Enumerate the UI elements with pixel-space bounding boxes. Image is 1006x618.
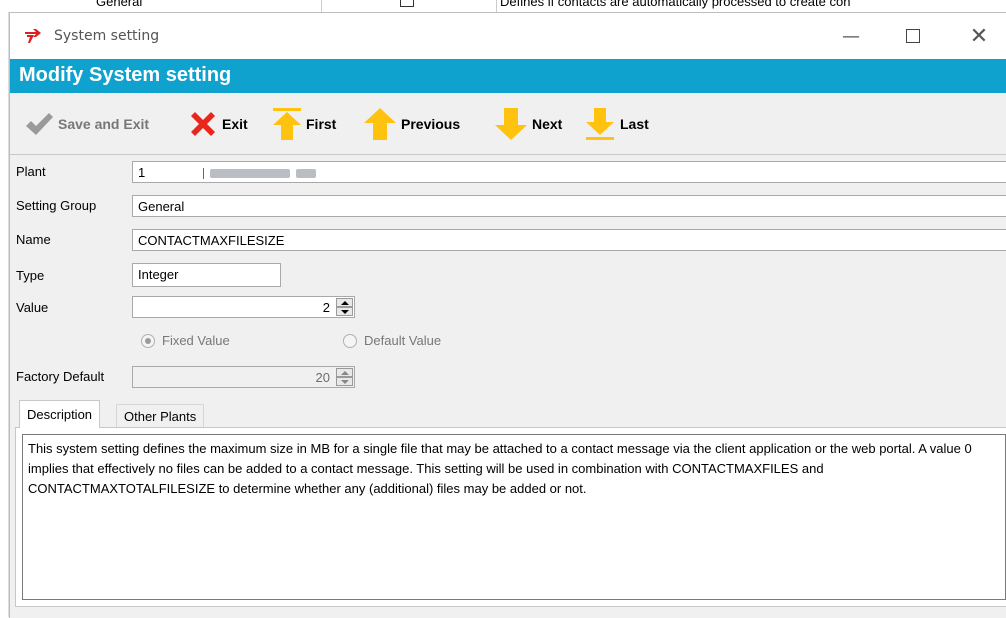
plant-separator bbox=[203, 168, 205, 180]
default-value-radio[interactable]: Default Value bbox=[343, 333, 441, 348]
value-spinner bbox=[336, 298, 353, 316]
arrow-down-bar-icon bbox=[586, 108, 614, 140]
value-increment-button[interactable] bbox=[336, 298, 353, 307]
background-divider bbox=[321, 0, 322, 12]
default-value-label: Default Value bbox=[364, 333, 442, 348]
form-header: Modify System setting bbox=[10, 59, 1006, 93]
fixed-value-radio[interactable]: Fixed Value bbox=[141, 333, 230, 348]
checkmark-icon bbox=[26, 113, 53, 135]
value-input[interactable]: 2 bbox=[323, 300, 330, 315]
next-button[interactable]: Next bbox=[494, 108, 563, 140]
tab-description[interactable]: Description bbox=[19, 400, 101, 428]
plant-name-redacted bbox=[210, 169, 291, 179]
factory-default-increment bbox=[336, 368, 353, 377]
last-button[interactable]: Last bbox=[584, 108, 649, 140]
previous-label: Previous bbox=[401, 116, 461, 132]
background-window-strip: General Defines if contacts are automati… bbox=[0, 0, 1006, 12]
background-divider bbox=[496, 0, 497, 12]
last-label: Last bbox=[620, 116, 649, 132]
plant-name-redacted bbox=[296, 169, 317, 179]
name-field[interactable]: CONTACTMAXFILESIZE bbox=[132, 229, 1006, 251]
type-label: Type bbox=[16, 268, 45, 283]
plant-value: 1 bbox=[138, 165, 146, 180]
background-text-left: General bbox=[96, 0, 143, 9]
plant-label: Plant bbox=[16, 164, 46, 179]
radio-selected-icon bbox=[141, 333, 155, 348]
form-title: Modify System setting bbox=[19, 64, 232, 86]
plant-field[interactable]: 1 bbox=[132, 161, 1006, 183]
close-button[interactable]: ✕ bbox=[956, 13, 1002, 59]
value-stepper[interactable]: 2 bbox=[132, 296, 355, 318]
background-window-edge bbox=[0, 12, 9, 617]
description-panel: This system setting defines the maximum … bbox=[15, 427, 1006, 607]
arrow-up-bar-icon bbox=[273, 108, 301, 140]
arrow-up-icon bbox=[364, 108, 396, 140]
factory-default-value: 20 bbox=[315, 370, 330, 385]
factory-default-decrement bbox=[336, 377, 353, 386]
value-decrement-button[interactable] bbox=[336, 307, 353, 316]
save-and-exit-label: Save and Exit bbox=[58, 116, 150, 132]
first-button[interactable]: First bbox=[272, 108, 337, 140]
app-logo-icon bbox=[25, 29, 41, 43]
radio-unselected-icon bbox=[343, 333, 357, 348]
name-label: Name bbox=[16, 232, 51, 247]
window-title: System setting bbox=[54, 28, 160, 44]
arrow-down-icon bbox=[495, 108, 527, 140]
exit-label: Exit bbox=[222, 116, 248, 132]
first-label: First bbox=[306, 116, 337, 132]
setting-group-field[interactable]: General bbox=[132, 195, 1006, 217]
factory-default-label: Factory Default bbox=[16, 369, 105, 384]
factory-default-spinner bbox=[336, 368, 353, 386]
value-label: Value bbox=[16, 300, 49, 315]
system-setting-window: System setting — ✕ Modify System setting… bbox=[9, 12, 1006, 618]
fixed-value-label: Fixed Value bbox=[162, 333, 230, 348]
exit-button[interactable]: Exit bbox=[188, 109, 248, 139]
next-label: Next bbox=[532, 116, 563, 132]
previous-button[interactable]: Previous bbox=[363, 108, 461, 140]
maximize-icon bbox=[906, 29, 920, 43]
minimize-button[interactable]: — bbox=[828, 13, 874, 59]
toolbar: Save and Exit Exit First Previous Next L… bbox=[10, 93, 1006, 155]
background-checkbox bbox=[400, 0, 414, 7]
setting-group-label: Setting Group bbox=[16, 198, 97, 213]
title-bar[interactable]: System setting — ✕ bbox=[10, 13, 1006, 59]
maximize-button[interactable] bbox=[890, 13, 936, 59]
tab-other-plants[interactable]: Other Plants bbox=[116, 404, 205, 427]
factory-default-stepper: 20 bbox=[132, 366, 355, 388]
save-and-exit-button[interactable]: Save and Exit bbox=[24, 109, 149, 139]
background-text-right: Defines if contacts are automatically pr… bbox=[500, 0, 851, 9]
type-field[interactable]: Integer bbox=[132, 263, 281, 287]
description-text[interactable]: This system setting defines the maximum … bbox=[22, 434, 1006, 600]
red-x-icon bbox=[191, 112, 215, 136]
